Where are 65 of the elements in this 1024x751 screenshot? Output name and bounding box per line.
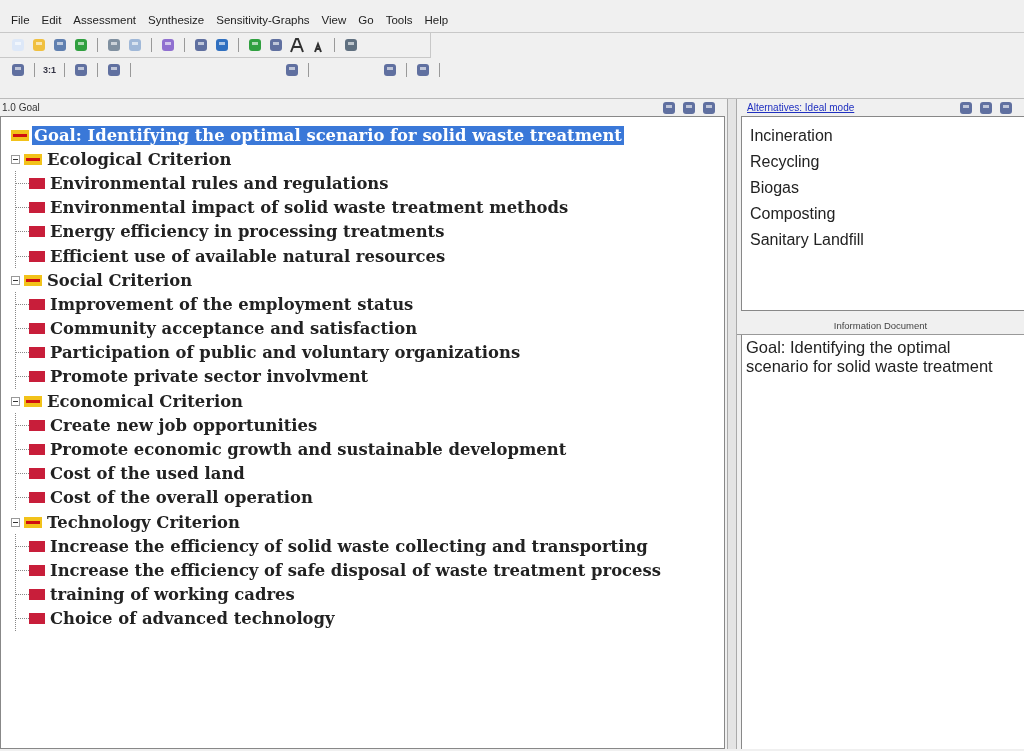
menu-item[interactable]: Go [358, 14, 374, 28]
tree-node[interactable]: Ecological Criterion [45, 149, 234, 169]
collapse-toggle[interactable] [11, 275, 20, 285]
node-folder-icon [24, 153, 42, 165]
node-folder-icon [11, 129, 29, 141]
tree-node[interactable]: Cost of the overall operation [48, 488, 315, 508]
menu-item[interactable]: View [321, 14, 347, 28]
tree-node[interactable]: Community acceptance and satisfaction [48, 319, 420, 339]
leaf-node-icon [29, 564, 45, 576]
node-folder-icon [24, 516, 42, 528]
menu-item[interactable]: Synthesize [148, 14, 205, 28]
tree-node[interactable]: Improvement of the employment status [48, 294, 416, 314]
leaf-node-icon [29, 177, 45, 189]
leaf-node-icon [29, 226, 45, 238]
alternative-item[interactable]: Recycling [750, 149, 1016, 175]
collapse-toggle[interactable] [11, 396, 20, 406]
tree-node[interactable]: Economical Criterion [45, 391, 245, 411]
tree-node[interactable]: Promote economic growth and sustainable development [48, 440, 569, 460]
tree-node[interactable]: training of working cadres [48, 585, 297, 605]
document-text: Goal: Identifying the optimal scenario for solid waste treatment [746, 338, 993, 375]
node-folder-icon [24, 274, 42, 286]
tree-node[interactable]: Participation of public and voluntary organizations [48, 343, 523, 363]
collapse-toggle[interactable] [11, 154, 20, 164]
alternatives-link[interactable]: Alternatives: Ideal mode [739, 102, 855, 113]
menu-item[interactable]: Help [424, 14, 449, 28]
tree-node[interactable]: Environmental rules and regulations [48, 173, 391, 193]
collapse-toggle[interactable] [11, 517, 20, 527]
alternative-item[interactable]: Incineration [750, 123, 1016, 149]
tree-node[interactable]: Goal: Identifying the optimal scenario for solid waste treatment [32, 125, 624, 145]
leaf-node-icon [29, 250, 45, 262]
menu-item[interactable]: Edit [41, 14, 62, 28]
tree-node[interactable]: Increase the efficiency of solid waste collecting and transporting [48, 536, 650, 556]
panel-title: 1.0 Goal [2, 102, 40, 113]
node-folder-icon [24, 395, 42, 407]
tree-node[interactable]: Efficient use of available natural resources [48, 246, 448, 266]
alternative-item[interactable]: Composting [750, 201, 1016, 227]
leaf-node-icon [29, 202, 45, 214]
tree-node[interactable]: Choice of advanced technology [48, 609, 337, 629]
tree-node[interactable]: Increase the efficiency of safe disposal of waste treatment process [48, 560, 663, 580]
leaf-node-icon [29, 419, 45, 431]
leaf-node-icon [29, 323, 45, 335]
tree-node[interactable]: Environmental impact of solid waste treatment methods [48, 198, 571, 218]
leaf-node-icon [29, 444, 45, 456]
menu-item[interactable]: Assessment [73, 14, 136, 28]
leaf-node-icon [29, 371, 45, 383]
leaf-node-icon [29, 613, 45, 625]
leaf-node-icon [29, 468, 45, 480]
leaf-node-icon [29, 492, 45, 504]
ratio-tool[interactable]: 3:1 [43, 65, 56, 75]
alternative-item[interactable]: Sanitary Landfill [750, 227, 1016, 253]
menu-item[interactable]: File [11, 14, 30, 28]
leaf-node-icon [29, 298, 45, 310]
tree-node[interactable]: Cost of the used land [48, 464, 247, 484]
tree-node[interactable]: Social Criterion [45, 270, 195, 290]
tree-node[interactable]: Create new job opportunities [48, 415, 320, 435]
leaf-node-icon [29, 540, 45, 552]
font-larger-icon[interactable] [289, 37, 305, 53]
tree-node[interactable]: Technology Criterion [45, 512, 242, 532]
tree-node[interactable]: Energy efficiency in processing treatments [48, 222, 447, 242]
leaf-node-icon [29, 347, 45, 359]
menu-item[interactable]: Sensitivity-Graphs [216, 14, 310, 28]
alternative-item[interactable]: Biogas [750, 175, 1016, 201]
tree-node[interactable]: Promote private sector involvment [48, 367, 371, 387]
leaf-node-icon [29, 589, 45, 601]
menu-item[interactable]: Tools [385, 14, 413, 28]
